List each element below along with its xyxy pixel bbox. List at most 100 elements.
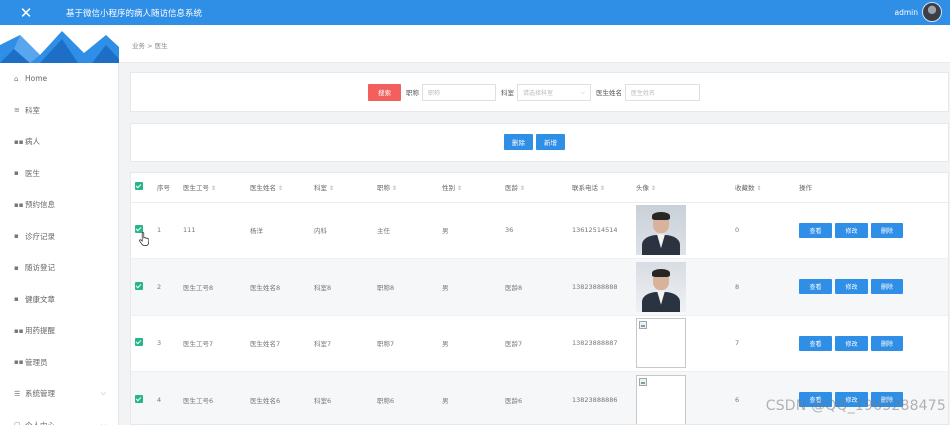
cell-idx: 4 bbox=[153, 371, 179, 424]
sidebar-item-medication-reminders[interactable]: ▪▪ 用药提醒 bbox=[0, 315, 118, 347]
add-button[interactable]: 新增 bbox=[536, 134, 565, 150]
sort-icon[interactable]: ⇕ bbox=[276, 185, 283, 192]
sidebar-item-label: 用药提醒 bbox=[25, 326, 55, 336]
sort-icon[interactable]: ⇕ bbox=[455, 185, 462, 192]
sidebar-item-appointments[interactable]: ▪▪ 预约信息 bbox=[0, 189, 118, 221]
view-button[interactable]: 查看 bbox=[799, 222, 832, 238]
cell-no: 医生工号6 bbox=[179, 371, 246, 424]
sidebar-item-health-articles[interactable]: ▪ 健康文章 bbox=[0, 284, 118, 316]
sidebar-item-patients[interactable]: ▪▪ 病人 bbox=[0, 126, 118, 158]
edit-button[interactable]: 修改 bbox=[835, 279, 868, 295]
sidebar-item-personal-center[interactable]: ▢个人中心 ⌵ bbox=[0, 410, 118, 425]
chevron-down-icon: ⌵ bbox=[100, 389, 106, 397]
sort-icon[interactable]: ⇕ bbox=[327, 185, 334, 192]
doctor-name-input[interactable]: 医生姓名 bbox=[625, 83, 700, 101]
pointer-cursor-icon bbox=[139, 232, 149, 246]
row-checkbox[interactable] bbox=[135, 281, 143, 290]
column-header[interactable]: 医生工号 ⇕ bbox=[179, 173, 246, 203]
user-name[interactable]: admin bbox=[895, 0, 919, 25]
cell-no: 111 bbox=[179, 202, 246, 259]
delete-button[interactable]: 删除 bbox=[871, 222, 903, 238]
dept-label: 科室 bbox=[501, 89, 514, 97]
menu-icon: ☰ bbox=[14, 389, 21, 398]
search-button[interactable]: 搜索 bbox=[368, 83, 401, 101]
menu-icon: ▪▪ bbox=[14, 200, 24, 209]
cell-dept: 科室6 bbox=[310, 371, 373, 424]
top-bar: ✕ 基于微信小程序的病人随访信息系统 admin bbox=[0, 0, 950, 25]
cell-name: 医生姓名7 bbox=[246, 315, 310, 372]
sidebar-item-department[interactable]: ≡ 科室 bbox=[0, 95, 118, 127]
cell-photo bbox=[632, 258, 731, 316]
breadcrumb: 业务 > 医生 bbox=[132, 42, 168, 50]
sidebar-item-home[interactable]: ⌂ Home bbox=[0, 63, 118, 95]
menu-icon: ▪ bbox=[14, 263, 19, 272]
menu-icon: ▪▪ bbox=[14, 326, 24, 335]
column-header: 操作 bbox=[795, 173, 948, 203]
cell-name: 医生姓名8 bbox=[246, 258, 310, 316]
edit-button[interactable]: 修改 bbox=[835, 222, 868, 238]
title-input[interactable]: 职称 bbox=[422, 83, 496, 101]
row-checkbox[interactable] bbox=[135, 338, 143, 347]
cell-photo bbox=[632, 371, 731, 424]
menu-icon: ▪▪ bbox=[14, 137, 24, 146]
column-header[interactable]: 医生姓名 ⇕ bbox=[246, 173, 310, 203]
select-all-checkbox[interactable] bbox=[131, 173, 153, 203]
row-checkbox[interactable] bbox=[135, 394, 143, 403]
cell-phone: 13823888886 bbox=[568, 371, 632, 424]
column-header[interactable]: 收藏数 ⇕ bbox=[731, 173, 795, 203]
sidebar-item-administrators[interactable]: ▪▪ 管理员 bbox=[0, 347, 118, 379]
column-header[interactable]: 职称 ⇕ bbox=[373, 173, 438, 203]
close-icon[interactable]: ✕ bbox=[0, 0, 52, 25]
sidebar-item-label: 医生 bbox=[25, 168, 40, 178]
cell-title: 职称8 bbox=[373, 258, 438, 316]
view-button[interactable]: 查看 bbox=[799, 335, 832, 351]
sidebar-item-system-management[interactable]: ☰ 系统管理 ⌵ bbox=[0, 378, 118, 410]
sidebar-item-label: 管理员 bbox=[25, 357, 48, 367]
column-header[interactable]: 联系电话 ⇕ bbox=[568, 173, 632, 203]
cell-fav: 8 bbox=[731, 258, 795, 316]
delete-button[interactable]: 删除 bbox=[871, 279, 903, 295]
cell-photo bbox=[632, 202, 731, 259]
menu-icon: ▢ bbox=[14, 421, 23, 425]
sidebar-item-followup-register[interactable]: ▪ 随访登记 bbox=[0, 252, 118, 284]
view-button[interactable]: 查看 bbox=[799, 279, 832, 295]
sort-icon[interactable]: ⇕ bbox=[755, 185, 761, 192]
sort-icon[interactable]: ⇕ bbox=[209, 185, 216, 192]
cell-fav: 7 bbox=[731, 315, 795, 372]
sort-icon[interactable]: ⇕ bbox=[649, 185, 656, 192]
doctor-photo bbox=[636, 261, 686, 312]
cell-title: 职称7 bbox=[373, 315, 438, 372]
bulk-delete-button[interactable]: 删除 bbox=[504, 134, 533, 150]
sidebar-item-label: 个人中心 bbox=[25, 420, 55, 425]
column-header[interactable]: 头像 ⇕ bbox=[632, 173, 731, 203]
edit-button[interactable]: 修改 bbox=[835, 335, 868, 351]
chevron-down-icon: ⌵ bbox=[580, 88, 585, 96]
cell-title: 主任 bbox=[373, 202, 438, 259]
avatar[interactable] bbox=[922, 2, 942, 22]
menu-icon: ⌂ bbox=[14, 74, 19, 83]
column-header[interactable]: 科室 ⇕ bbox=[310, 173, 373, 203]
sort-icon[interactable]: ⇕ bbox=[518, 185, 525, 192]
broken-image-icon bbox=[636, 318, 686, 369]
cell-name: 杨洋 bbox=[246, 202, 310, 259]
menu-icon: ▪▪ bbox=[14, 358, 24, 367]
dept-select[interactable]: 请选择科室 ⌵ bbox=[517, 83, 591, 101]
menu-icon: ≡ bbox=[14, 106, 20, 115]
sidebar-item-treatment-records[interactable]: ▪ 诊疗记录 bbox=[0, 221, 118, 253]
sidebar-item-label: Home bbox=[25, 74, 48, 84]
title-label: 职称 bbox=[406, 89, 419, 97]
sort-icon[interactable]: ⇕ bbox=[390, 185, 397, 192]
app-title: 基于微信小程序的病人随访信息系统 bbox=[66, 8, 203, 19]
cell-sex: 男 bbox=[438, 315, 501, 372]
sidebar-item-doctors[interactable]: ▪ 医生 bbox=[0, 158, 118, 190]
sort-icon[interactable]: ⇕ bbox=[598, 185, 605, 192]
column-header[interactable]: 医龄 ⇕ bbox=[501, 173, 568, 203]
cell-name: 医生姓名6 bbox=[246, 371, 310, 424]
cell-sex: 男 bbox=[438, 258, 501, 316]
menu-icon: ▪ bbox=[14, 295, 19, 304]
doctor-table: 序号 医生工号 ⇕ 医生姓名 ⇕ 科室 ⇕ 职称 ⇕ 性别 ⇕ 医龄 ⇕ 联系电话 ⇕ 头像 ⇕… bbox=[131, 173, 948, 424]
doctor-table-panel: 序号 医生工号 ⇕ 医生姓名 ⇕ 科室 ⇕ 职称 ⇕ 性别 ⇕ 医龄 ⇕ 联系电话 ⇕ 头像 ⇕… bbox=[130, 172, 949, 425]
column-header[interactable]: 性别 ⇕ bbox=[438, 173, 501, 203]
delete-button[interactable]: 删除 bbox=[871, 335, 903, 351]
sidebar-item-label: 诊疗记录 bbox=[25, 231, 55, 241]
